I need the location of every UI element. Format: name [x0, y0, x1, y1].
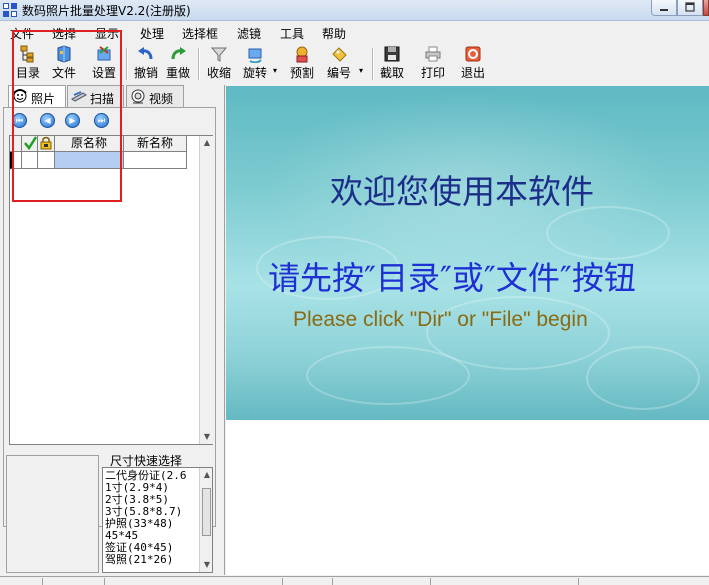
file-grid[interactable]: 原名称 新名称 ▲ ▼ [9, 135, 214, 445]
tab-photos[interactable]: 照片 [8, 85, 66, 108]
precut-button[interactable]: 预割 [286, 42, 318, 82]
grid-header-check[interactable] [22, 136, 38, 152]
instruction-message: 请先按″目录″或″文件″按钮 [268, 259, 636, 297]
first-button[interactable]: ⏮ [12, 113, 27, 128]
size-list-item[interactable]: 护照(33*48) [105, 518, 173, 530]
grid-cell[interactable] [124, 152, 187, 169]
grid-cell-selected[interactable] [55, 152, 124, 169]
toolbar-separator [372, 48, 374, 80]
scroll-down-icon[interactable]: ▼ [200, 560, 212, 569]
shrink-button[interactable]: 收缩 [203, 42, 235, 82]
menu-tools[interactable]: 工具 [280, 25, 304, 42]
tab-video[interactable]: 视频 [126, 85, 184, 107]
redo-button[interactable]: 重做 [162, 42, 194, 82]
english-instruction: Please click "Dir" or "File" begin [293, 308, 588, 331]
scroll-up-icon[interactable]: ▲ [200, 138, 214, 147]
photo-icon [12, 89, 28, 104]
menu-selection-box[interactable]: 选择框 [182, 25, 218, 42]
grid-row-indicator[interactable] [10, 152, 22, 169]
scroll-thumb[interactable] [202, 488, 211, 536]
precut-icon [293, 45, 311, 63]
preview-blank-area [226, 420, 709, 575]
last-button[interactable]: ⏭ [94, 113, 109, 128]
toolbar-separator [198, 48, 200, 80]
size-list-item[interactable]: 45*45 [105, 530, 138, 542]
welcome-message: 欢迎您使用本软件 [330, 172, 594, 211]
checkmark-icon [23, 136, 37, 151]
folder-tree-icon [19, 45, 37, 63]
menu-view[interactable]: 显示 [95, 25, 119, 42]
numbering-button[interactable]: 编号 ▾ [322, 42, 363, 82]
size-list-item[interactable]: 1寸(2.9*4) [105, 482, 169, 494]
arrow-left-icon: ◀ [44, 116, 51, 125]
print-button[interactable]: 打印 [417, 42, 449, 82]
grid-scrollbar[interactable]: ▲ ▼ [199, 136, 214, 444]
thumbnail-box [6, 455, 99, 573]
scroll-up-icon[interactable]: ▲ [200, 470, 212, 479]
grid-cell[interactable] [22, 152, 38, 169]
undo-icon [137, 45, 155, 63]
toolbar: 目录 文件 设置 撤销 重做 收缩 旋转 ▾ 预割 编号 ▾ 截取 打印 退出 [0, 42, 709, 84]
directory-button[interactable]: 目录 [12, 42, 44, 82]
rotate-dropdown-arrow[interactable]: ▾ [273, 66, 277, 75]
size-list-item[interactable]: 2寸(3.8*5) [105, 494, 169, 506]
maximize-button[interactable] [677, 0, 703, 16]
skip-forward-icon: ⏭ [97, 116, 106, 125]
app-icon [3, 3, 17, 17]
file-button[interactable]: 文件 [48, 42, 80, 82]
grid-row-header-corner [10, 136, 22, 152]
size-list-scrollbar[interactable]: ▲ ▼ [199, 468, 212, 572]
numbering-icon [330, 45, 348, 63]
toolbar-separator [126, 48, 128, 80]
exit-icon [464, 45, 482, 63]
arrow-right-icon: ▶ [69, 116, 76, 125]
menu-help[interactable]: 帮助 [322, 25, 346, 42]
water-caustic [306, 346, 470, 405]
size-list-item[interactable]: 驾照(21*26) [105, 554, 173, 566]
menu-select[interactable]: 选择 [52, 25, 76, 42]
redo-icon [169, 45, 187, 63]
camera-icon [130, 89, 146, 104]
funnel-icon [210, 45, 228, 63]
size-list-item[interactable]: 签证(40*45) [105, 542, 173, 554]
menu-file[interactable]: 文件 [10, 25, 34, 42]
rotate-icon [246, 45, 264, 64]
printer-icon [424, 45, 442, 63]
lock-icon [40, 136, 52, 150]
water-caustic [586, 346, 700, 410]
size-list[interactable]: 二代身份证(2.6 1寸(2.9*4) 2寸(3.8*5) 3寸(5.8*8.7… [102, 467, 213, 573]
minimize-button[interactable] [651, 0, 677, 16]
next-button[interactable]: ▶ [65, 113, 80, 128]
water-caustic [546, 206, 670, 260]
window-title: 数码照片批量处理V2.2(注册版) [22, 4, 191, 18]
grid-cell[interactable] [38, 152, 55, 169]
grid-header-original-name[interactable]: 原名称 [55, 136, 124, 152]
close-button[interactable] [703, 0, 709, 16]
size-list-item[interactable]: 3寸(5.8*8.7) [105, 506, 182, 518]
file-icon [55, 45, 73, 63]
grid-header-lock[interactable] [38, 136, 55, 152]
skip-back-icon: ⏮ [15, 116, 24, 125]
tab-scan[interactable]: 扫描 [67, 85, 124, 107]
previous-button[interactable]: ◀ [40, 113, 55, 128]
grid-header-new-name[interactable]: 新名称 [124, 136, 187, 152]
settings-button[interactable]: 设置 [88, 42, 120, 82]
menu-filter[interactable]: 滤镜 [237, 25, 261, 42]
capture-icon [383, 45, 401, 63]
menu-process[interactable]: 处理 [140, 25, 164, 42]
scroll-down-icon[interactable]: ▼ [200, 432, 214, 441]
scanner-icon [71, 89, 87, 104]
numbering-dropdown-arrow[interactable]: ▾ [359, 66, 363, 75]
capture-button[interactable]: 截取 [376, 42, 408, 82]
exit-button[interactable]: 退出 [457, 42, 489, 82]
menu-bar: 文件 选择 显示 处理 选择框 滤镜 工具 帮助 [0, 21, 709, 41]
settings-icon [95, 45, 113, 63]
title-bar: 数码照片批量处理V2.2(注册版) [0, 0, 709, 21]
rotate-button[interactable]: 旋转 ▾ [238, 42, 277, 82]
size-list-item[interactable]: 二代身份证(2.6 [105, 470, 187, 482]
undo-button[interactable]: 撤销 [130, 42, 162, 82]
